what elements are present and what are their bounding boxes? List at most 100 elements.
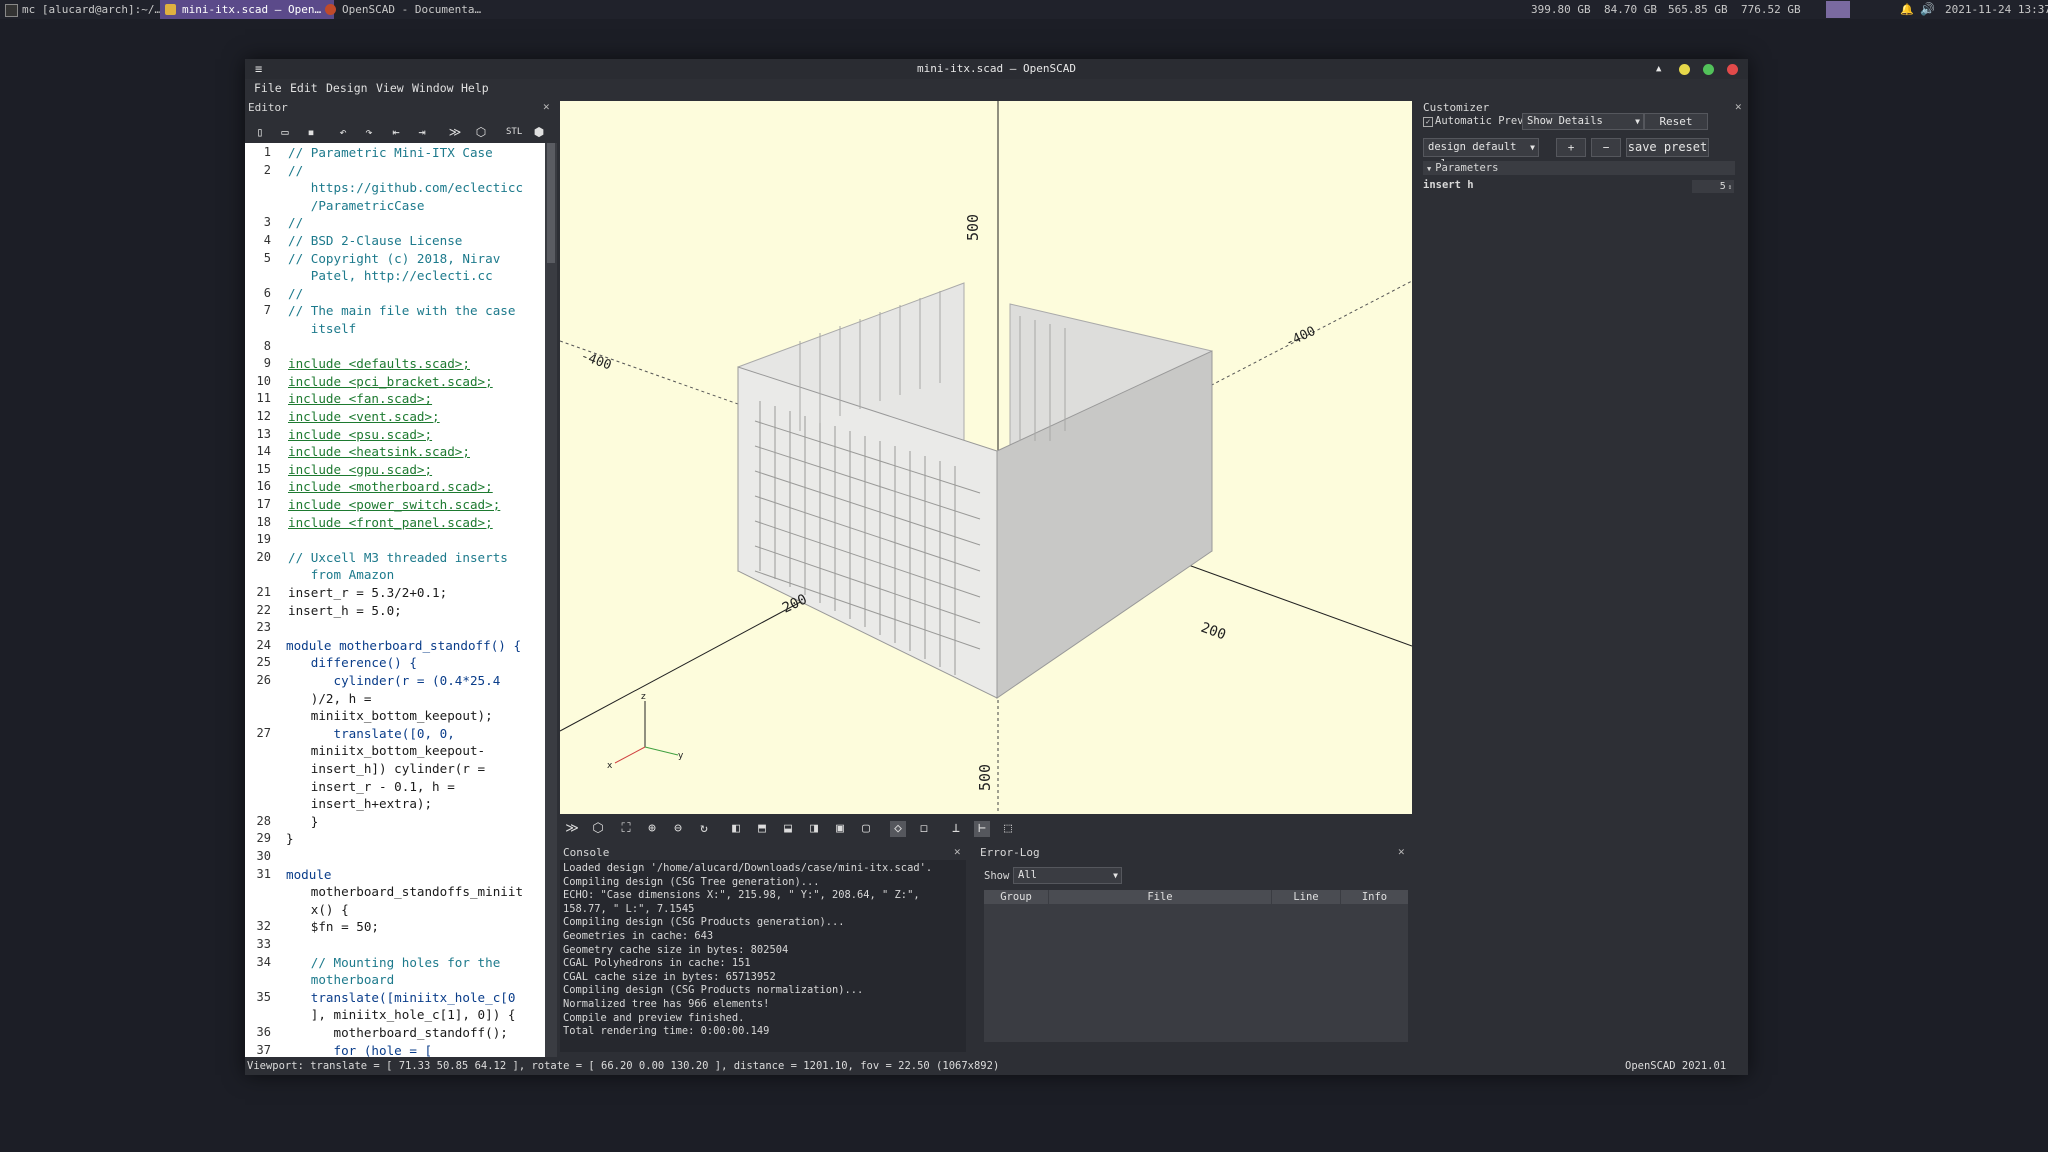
view-back-icon[interactable]: ▢ (858, 821, 874, 837)
view-all-icon[interactable]: ⛶ (618, 821, 634, 837)
view-top-icon[interactable]: ⬒ (754, 821, 770, 837)
orthogonal-icon[interactable]: ◻ (916, 821, 932, 837)
minimize-button[interactable] (1679, 64, 1690, 75)
console-panel: Console ✕ Loaded design '/home/alucard/D… (560, 844, 966, 1056)
auto-preview-checkbox[interactable]: ✓ (1423, 117, 1433, 127)
code-editor[interactable]: 1 // Parametric Mini-ITX Case 2 // https://… (245, 143, 545, 1057)
menu-design[interactable]: Design (326, 81, 368, 95)
svg-text:x: x (607, 761, 613, 771)
reset-view-icon[interactable]: ↻ (696, 821, 712, 837)
bell-icon[interactable]: 🔔 (1900, 3, 1914, 16)
editor-scrollbar[interactable] (545, 143, 557, 1057)
show-filter-select[interactable]: All ▼ (1013, 867, 1122, 884)
console-line: Normalized tree has 966 elements! (563, 998, 770, 1010)
details-select[interactable]: Show Details ▼ (1522, 113, 1644, 130)
openscad-icon (165, 4, 176, 15)
line-number: 25 (256, 655, 271, 670)
terminal-icon (5, 4, 18, 17)
zoom-out-icon[interactable]: ⊖ (670, 821, 686, 837)
close-icon[interactable]: ✕ (954, 845, 961, 858)
console-line: Compiling design (CSG Tree generation)..… (563, 875, 820, 888)
undo-icon[interactable]: ↶ (335, 124, 351, 140)
preview-icon[interactable]: ≫ (564, 821, 580, 837)
line-number: 24 (256, 637, 271, 652)
line-number: 7 (263, 303, 271, 318)
export-stl-icon[interactable]: STL (506, 124, 522, 140)
zoom-in-icon[interactable]: ⊕ (644, 821, 660, 837)
clock: 2021-11-24 13:37 (1945, 3, 2048, 16)
console-line: Total rendering time: 0:00:00.149 (563, 1025, 770, 1038)
view-right-icon[interactable]: ◧ (728, 821, 744, 837)
column-header-line[interactable]: Line (1272, 890, 1340, 904)
chevron-down-icon: ▼ (1530, 143, 1535, 152)
tray-app-icon[interactable] (1826, 1, 1850, 18)
save-preset-button[interactable]: save preset (1626, 138, 1709, 157)
menu-view[interactable]: View (376, 81, 404, 95)
task-terminal[interactable]: mc [alucard@arch]:~/… (0, 0, 178, 19)
remove-preset-button[interactable]: − (1591, 138, 1621, 157)
line-number: 23 (256, 620, 271, 635)
console-line: ECHO: "Case dimensions X:", 215.98, " Y:… (563, 889, 920, 902)
task-browser[interactable]: OpenSCAD - Documenta… (320, 0, 508, 19)
error-log-panel: Error-Log ✕ Show All ▼ Group File Line I… (978, 844, 1412, 1056)
console-output[interactable]: Loaded design '/home/alucard/Downloads/c… (560, 860, 966, 1052)
preset-select[interactable]: design default values ▼ (1423, 138, 1539, 170)
show-scale-icon[interactable]: ⊢ (974, 821, 990, 837)
render-icon[interactable]: ⬡ (590, 821, 606, 837)
send-to-print-icon[interactable]: ⬢ (531, 124, 547, 140)
column-header-group[interactable]: Group (984, 890, 1048, 904)
maximize-button[interactable] (1703, 64, 1714, 75)
close-button[interactable] (1727, 64, 1738, 75)
axes-gizmo: z x y (607, 692, 684, 771)
menu-file[interactable]: File (254, 81, 282, 95)
disk-stat: 84.70 GB (1604, 3, 1657, 16)
perspective-icon[interactable]: ◇ (890, 821, 906, 837)
column-header-info[interactable]: Info (1341, 890, 1408, 904)
3d-viewport[interactable]: 500 -400 -400 200 200 500 z x y (560, 101, 1412, 814)
code-line: translate([miniitx_hole_c[0 (288, 989, 516, 1005)
window-menu-icon[interactable]: ≡ (255, 59, 262, 79)
code-line: // The main file with the case (288, 303, 516, 319)
line-number: 6 (263, 285, 271, 300)
param-insert-h-spinbox[interactable]: 5 ⇕ (1692, 180, 1734, 193)
scrollbar-thumb[interactable] (547, 143, 555, 263)
param-insert-h-value: 5 (1719, 181, 1726, 192)
code-line: include <defaults.scad>; (288, 356, 470, 372)
parameters-group-header[interactable]: ▼ Parameters (1423, 161, 1735, 175)
svg-text:z: z (641, 692, 646, 702)
code-line: insert_h+extra); (288, 796, 433, 812)
code-line: include <heatsink.scad>; (288, 444, 470, 460)
volume-icon[interactable]: 🔊 (1920, 2, 1935, 16)
view-toolbar: ≫ ⬡ ⛶ ⊕ ⊖ ↻ ◧ ⬒ ⬓ ◨ ▣ ▢ ◇ ◻ ⊥ ⊢ ⬚ (560, 816, 1412, 842)
new-file-icon[interactable]: ▯ (252, 124, 268, 140)
unindent-icon[interactable]: ⇤ (388, 124, 404, 140)
close-icon[interactable]: ✕ (1398, 845, 1405, 858)
open-file-icon[interactable]: ▭ (277, 124, 293, 140)
add-preset-button[interactable]: + (1556, 138, 1586, 157)
column-header-file[interactable]: File (1049, 890, 1271, 904)
show-axes-icon[interactable]: ⊥ (948, 821, 964, 837)
line-number: 5 (263, 250, 271, 265)
preview-icon[interactable]: ≫ (447, 124, 463, 140)
code-line: ], miniitx_hole_c[1], 0]) { (288, 1007, 516, 1023)
error-log-table[interactable]: Group File Line Info (984, 890, 1408, 1042)
view-bottom-icon[interactable]: ⬓ (780, 821, 796, 837)
redo-icon[interactable]: ↷ (361, 124, 377, 140)
code-line: miniitx_bottom_keepout); (288, 708, 493, 724)
window-title: mini-itx.scad — OpenSCAD (917, 62, 1076, 75)
menu-help[interactable]: Help (461, 81, 489, 95)
task-openscad[interactable]: mini-itx.scad — Open… (160, 0, 334, 19)
menu-window[interactable]: Window (412, 81, 454, 95)
reset-button[interactable]: Reset (1644, 113, 1708, 130)
view-front-icon[interactable]: ▣ (832, 821, 848, 837)
code-line: } (286, 831, 294, 847)
menu-edit[interactable]: Edit (290, 81, 318, 95)
view-left-icon[interactable]: ◨ (806, 821, 822, 837)
save-icon[interactable]: ▪ (303, 124, 319, 140)
indent-icon[interactable]: ⇥ (414, 124, 430, 140)
close-icon[interactable]: ✕ (543, 100, 550, 113)
show-edges-icon[interactable]: ⬚ (1000, 821, 1016, 837)
shade-icon[interactable]: ▲ (1656, 59, 1661, 79)
render-icon[interactable]: ⬡ (473, 124, 489, 140)
close-icon[interactable]: ✕ (1735, 100, 1742, 113)
